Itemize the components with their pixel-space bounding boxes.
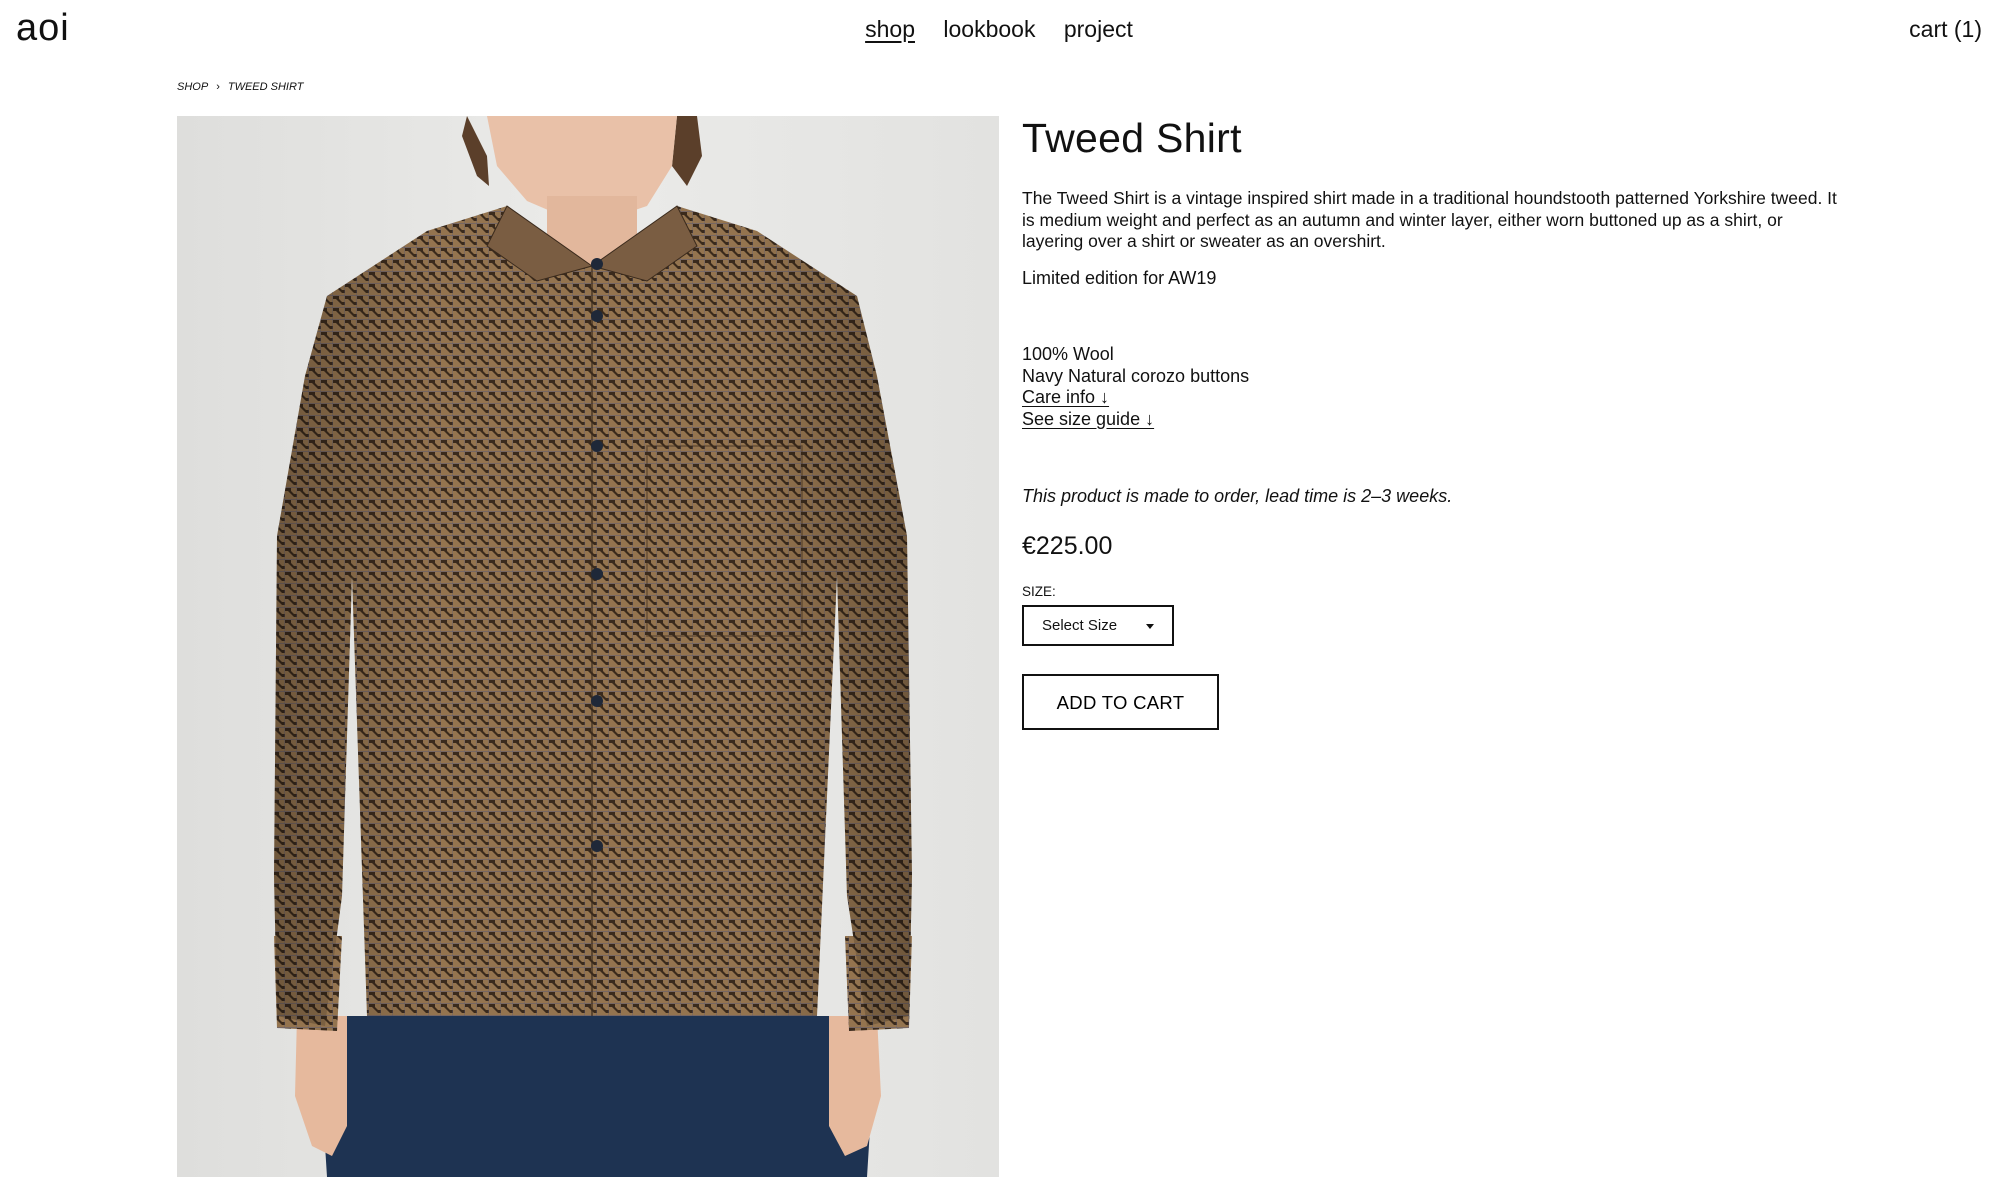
limited-edition-note: Limited edition for AW19 bbox=[1022, 268, 1217, 288]
caret-down-icon bbox=[1146, 624, 1154, 629]
care-info-link[interactable]: Care info ↓ bbox=[1022, 387, 1249, 409]
nav-item-project[interactable]: project bbox=[1064, 14, 1133, 44]
product-specs: 100% Wool Navy Natural corozo buttons Ca… bbox=[1022, 344, 1249, 430]
breadcrumb-item-current: TWEED SHIRT bbox=[227, 81, 304, 93]
breadcrumb: SHOP › TWEED SHIRT bbox=[177, 80, 303, 94]
material-text: 100% Wool bbox=[1022, 344, 1114, 364]
cart-link[interactable]: cart (1) bbox=[1909, 14, 1982, 44]
product-description: The Tweed Shirt is a vintage inspired sh… bbox=[1022, 188, 1837, 251]
product-info: Tweed Shirt The Tweed Shirt is a vintage… bbox=[1022, 112, 1842, 730]
size-select[interactable]: Select Size bbox=[1022, 605, 1174, 646]
nav-item-shop[interactable]: shop bbox=[865, 14, 915, 44]
add-to-cart-button[interactable]: ADD TO CART bbox=[1022, 674, 1219, 730]
breadcrumb-separator: › bbox=[216, 81, 220, 93]
nav-item-lookbook[interactable]: lookbook bbox=[943, 14, 1035, 44]
product-image[interactable] bbox=[177, 116, 999, 1177]
size-select-value: Select Size bbox=[1042, 617, 1118, 634]
size-guide-link[interactable]: See size guide ↓ bbox=[1022, 409, 1249, 431]
site-header: aoi shop lookbook project cart (1) bbox=[0, 0, 1998, 60]
product-photo-illustration bbox=[177, 116, 999, 1177]
product-price: €225.00 bbox=[1022, 532, 1113, 560]
size-label: SIZE: bbox=[1022, 584, 1056, 599]
lead-time-note: This product is made to order, lead time… bbox=[1022, 486, 1453, 506]
buttons-text: Navy Natural corozo buttons bbox=[1022, 365, 1250, 386]
breadcrumb-item-shop[interactable]: SHOP bbox=[177, 81, 208, 93]
product-title: Tweed Shirt bbox=[1022, 115, 1242, 161]
main-nav: shop lookbook project bbox=[0, 14, 1998, 44]
